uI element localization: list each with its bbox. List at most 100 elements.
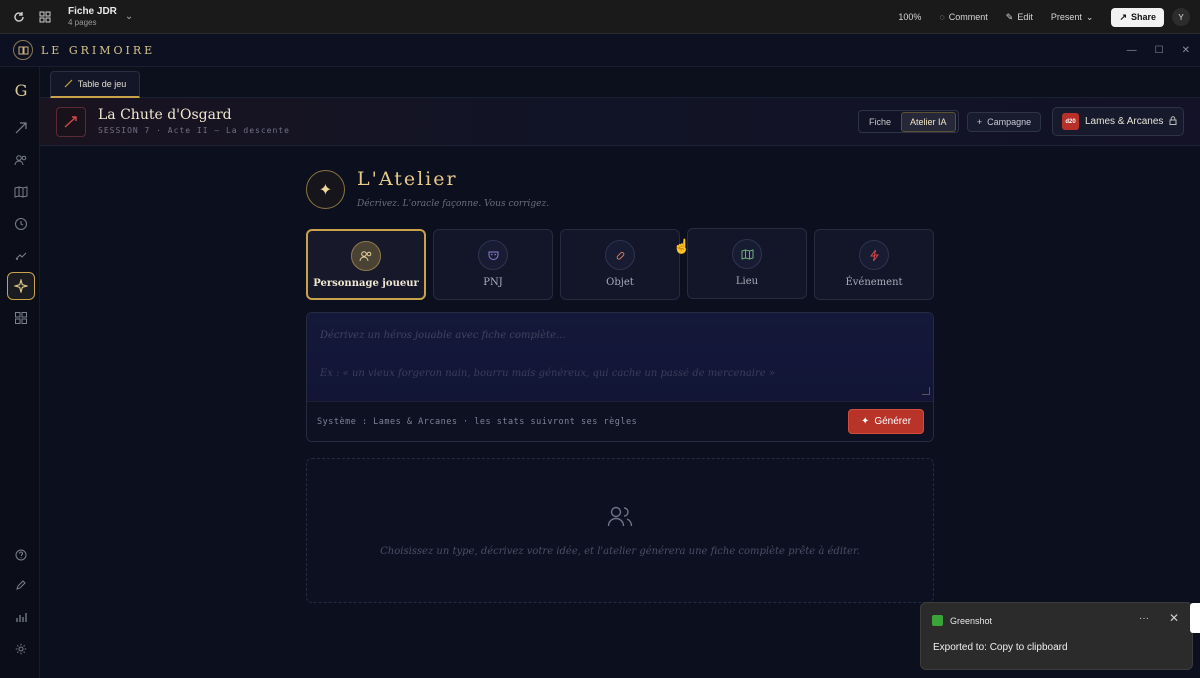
edit-label: Edit [1017, 12, 1033, 22]
zoom-level[interactable]: 100% [898, 12, 921, 22]
map-icon [732, 239, 762, 269]
tab-bar: Table de jeu [40, 67, 1200, 98]
campaign-label: Campagne [987, 117, 1032, 127]
campaign-title: La Chute d'Osgard [98, 107, 232, 123]
grid-icon[interactable] [7, 304, 35, 332]
generate-label: Générer [874, 416, 912, 427]
comment-icon: ◌ [939, 12, 945, 22]
prompt-example: Ex : « un vieux forgeron nain, bourru ma… [320, 368, 775, 379]
tab-fiche[interactable]: Fiche [861, 113, 899, 131]
prompt-editor: Décrivez un héros jouable avec fiche com… [306, 312, 934, 442]
notification-toast: Greenshot ··· ✕ Exported to: Copy to cli… [920, 602, 1193, 670]
users-icon [607, 504, 633, 533]
view-switcher: Fiche Atelier IA [858, 110, 959, 133]
help-icon[interactable] [7, 541, 35, 569]
share-button[interactable]: ↗ Share [1111, 7, 1164, 27]
type-card-objet[interactable]: Objet [560, 229, 680, 300]
app-brand: LE GRIMOIRE [41, 43, 156, 57]
page-subtitle: Décrivez. L'oracle façonne. Vous corrige… [357, 199, 550, 209]
campaign-emblem-icon [56, 107, 86, 137]
type-card-label: Événement [845, 277, 903, 288]
campaign-button[interactable]: + Campagne [967, 112, 1041, 132]
game-system-selector[interactable]: d20 Lames & Arcanes [1052, 107, 1184, 136]
atelier-panel: ✦ L'Atelier Décrivez. L'oracle façonne. … [40, 146, 1200, 678]
present-button[interactable]: Present ⌄ [1051, 12, 1094, 23]
users-icon[interactable] [7, 146, 35, 174]
edit-button[interactable]: ✎ Edit [1006, 12, 1033, 23]
clock-icon[interactable] [7, 210, 35, 238]
settings-icon[interactable] [7, 635, 35, 663]
tab-label: Table de jeu [77, 79, 127, 89]
type-card-pnj[interactable]: PNJ [433, 229, 553, 300]
mask-icon [478, 240, 508, 270]
rail-logo[interactable]: G [7, 76, 35, 104]
comment-label: Comment [948, 12, 988, 22]
type-card-label: Lieu [735, 276, 759, 287]
close-icon[interactable]: ✕ [1169, 611, 1179, 625]
stats-icon[interactable] [7, 603, 35, 631]
result-empty-state: Choisissez un type, décrivez votre idée,… [306, 458, 934, 603]
chevron-down-icon: ⌄ [1085, 11, 1094, 22]
refresh-icon[interactable] [10, 8, 28, 26]
chevron-down-icon[interactable]: ⌄ [125, 11, 133, 22]
campaign-header: La Chute d'Osgard SESSION 7 · Acte II — … [40, 98, 1200, 146]
dice-roll-icon [64, 79, 73, 90]
document-name: Fiche JDR [68, 6, 117, 17]
bolt-icon [859, 240, 889, 270]
type-card-label: Personnage joueur [313, 278, 419, 289]
generate-button[interactable]: ✦ Générer [848, 409, 924, 434]
d20-icon: d20 [1062, 113, 1079, 130]
prompt-footer: Système : Lames & Arcanes · les stats su… [307, 401, 933, 441]
avatar[interactable]: Y [1172, 8, 1190, 26]
game-system-name: Lames & Arcanes [1085, 116, 1164, 127]
pages-grid-icon[interactable] [36, 8, 54, 26]
type-card-personnage-joueur[interactable]: Personnage joueur [306, 229, 426, 300]
share-icon: ↗ [1119, 11, 1127, 22]
window-title-bar: LE GRIMOIRE — ☐ ✕ [0, 34, 1200, 67]
book-logo-icon [13, 40, 33, 60]
hand-cursor-icon: ☝ [673, 238, 691, 254]
system-note: Système : Lames & Arcanes · les stats su… [317, 417, 638, 427]
edge-overlay [1190, 603, 1200, 633]
users-icon [351, 241, 381, 271]
toast-message: Exported to: Copy to clipboard [933, 642, 1068, 653]
tab-atelier-ia[interactable]: Atelier IA [901, 111, 956, 132]
document-title[interactable]: Fiche JDR 4 pages [68, 6, 117, 27]
sparkle-icon[interactable] [7, 272, 35, 300]
left-rail: G [0, 67, 40, 678]
lock-icon [1169, 115, 1177, 128]
toast-app-name: Greenshot [950, 615, 993, 626]
document-page-count: 4 pages [68, 18, 97, 27]
minimize-icon[interactable]: — [1127, 45, 1137, 56]
pill-icon [605, 240, 635, 270]
sparkle-icon: ✦ [306, 170, 345, 209]
prompt-textarea[interactable]: Décrivez un héros jouable avec fiche com… [307, 313, 933, 401]
plus-icon: + [976, 117, 983, 127]
empty-state-message: Choisissez un type, décrivez votre idée,… [380, 546, 860, 557]
map-icon[interactable] [7, 178, 35, 206]
rail-logo-letter: G [14, 80, 28, 100]
maximize-icon[interactable]: ☐ [1155, 45, 1164, 56]
tab-table-de-jeu[interactable]: Table de jeu [50, 71, 140, 98]
sparkle-icon: ✦ [860, 416, 870, 427]
comment-button[interactable]: ◌ Comment [939, 12, 987, 22]
type-card-lieu[interactable]: Lieu [687, 228, 807, 299]
app-toolbar: Fiche JDR 4 pages ⌄ 100% ◌ Comment ✎ Edi… [0, 0, 1200, 34]
page-title: L'Atelier [357, 168, 458, 190]
more-options-icon[interactable]: ··· [1139, 613, 1149, 624]
close-icon[interactable]: ✕ [1182, 45, 1190, 56]
resize-handle[interactable] [922, 387, 930, 395]
greenshot-logo-icon [932, 615, 943, 626]
arrow-diagonal-icon[interactable] [7, 114, 35, 142]
pencil-icon: ✎ [1005, 11, 1014, 22]
type-card-label: PNJ [483, 277, 503, 288]
type-card-label: Objet [606, 277, 634, 288]
campaign-session: SESSION 7 · Acte II — La descente [98, 126, 290, 135]
dice-roll-icon[interactable] [7, 242, 35, 270]
share-label: Share [1130, 12, 1156, 22]
toast-app: Greenshot [932, 615, 992, 626]
prompt-placeholder: Décrivez un héros jouable avec fiche com… [320, 330, 566, 341]
present-label: Present [1050, 12, 1082, 22]
pen-icon[interactable] [7, 571, 35, 599]
type-card-evenement[interactable]: Événement [814, 229, 934, 300]
